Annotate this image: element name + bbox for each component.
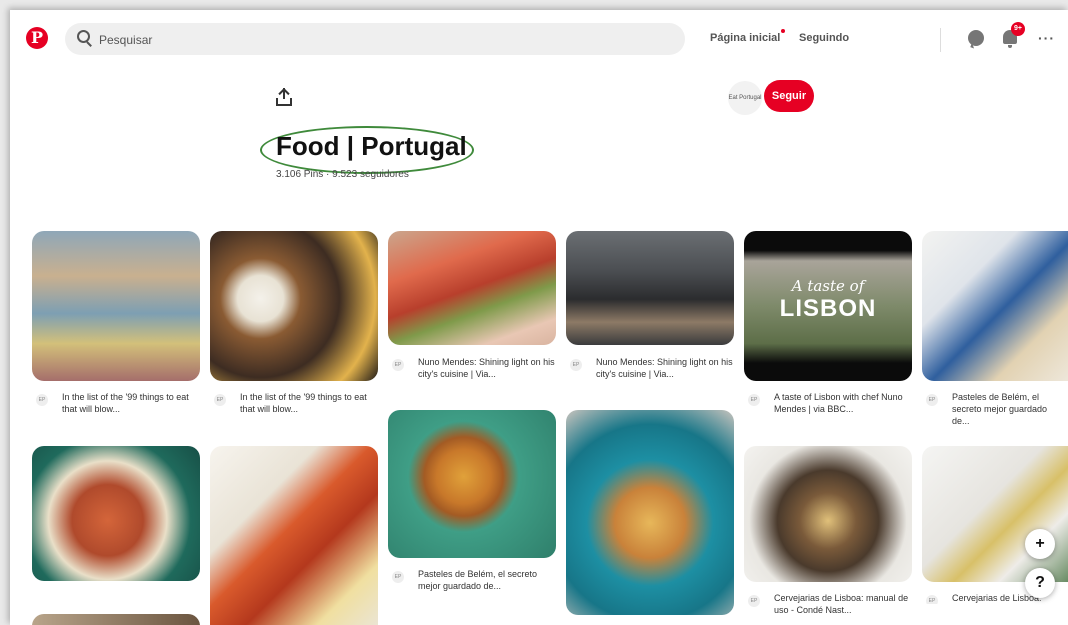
pin-author-avatar: EP <box>926 394 938 406</box>
pin-card[interactable] <box>388 410 556 558</box>
nav-home-link[interactable]: Página inicial <box>710 32 780 44</box>
search-input[interactable] <box>97 23 661 57</box>
notification-badge: 9+ <box>1011 22 1025 36</box>
pin-card[interactable] <box>922 446 1068 582</box>
share-icon[interactable] <box>276 88 292 108</box>
pin-image <box>566 231 734 345</box>
pin-card[interactable] <box>32 614 200 625</box>
pin-card[interactable] <box>744 446 912 582</box>
pin-image <box>210 231 378 381</box>
more-options-icon[interactable]: ··· <box>1038 30 1055 46</box>
pin-card[interactable] <box>210 446 378 625</box>
pin-image <box>32 231 200 381</box>
pin-card[interactable] <box>922 231 1068 381</box>
pin-author-avatar: EP <box>392 359 404 371</box>
pin-overlay-title: A taste of <box>791 277 865 295</box>
pinterest-logo-icon[interactable]: P <box>26 27 48 49</box>
board-stats: 3.106 Pins · 9.523 seguidores <box>276 169 409 180</box>
pin-image <box>744 446 912 582</box>
pin-caption[interactable]: EP In the list of the '99 things to eat … <box>214 391 380 415</box>
pin-caption[interactable]: EP Pasteles de Belém, el secreto mejor g… <box>392 568 558 592</box>
browser-frame: P Página inicial Seguindo 9+ ··· Eat Por… <box>10 10 1068 625</box>
pin-author-avatar: EP <box>926 595 938 604</box>
pin-caption[interactable]: EP In the list of the '99 things to eat … <box>36 391 202 415</box>
pin-card[interactable] <box>566 231 734 345</box>
pin-image <box>210 446 378 625</box>
pin-image <box>32 446 200 581</box>
search-icon <box>77 30 90 43</box>
pin-caption[interactable]: EP Nuno Mendes: Shining light on his cit… <box>392 356 558 380</box>
pin-image <box>566 410 734 615</box>
board-title: Food | Portugal <box>276 131 467 161</box>
top-header: P Página inicial Seguindo 9+ ··· <box>10 10 1068 70</box>
follow-button[interactable]: Seguir <box>764 80 814 112</box>
pin-image <box>922 231 1068 381</box>
pin-caption[interactable]: EP A taste of Lisbon with chef Nuno Mend… <box>748 391 914 415</box>
add-pin-button[interactable]: + <box>1025 529 1055 559</box>
messages-icon[interactable] <box>968 30 984 46</box>
header-divider <box>940 28 941 52</box>
pin-card[interactable] <box>388 231 556 345</box>
pin-caption[interactable]: EP Cervejarias de Lisboa: manual de uso … <box>748 592 914 616</box>
pin-author-avatar: EP <box>570 359 582 371</box>
pin-overlay-city: LISBON <box>779 295 877 322</box>
pin-author-avatar: EP <box>36 394 48 406</box>
pin-caption[interactable]: EP Nuno Mendes: Shining light on his cit… <box>570 356 736 380</box>
help-button[interactable]: ? <box>1025 568 1055 598</box>
home-update-dot <box>781 29 785 33</box>
pin-caption[interactable]: EP Cervejarias de Lisboa: manual de uso … <box>926 592 1044 604</box>
pin-card[interactable] <box>566 410 734 615</box>
pin-caption[interactable]: EP Pasteles de Belém, el secreto mejor g… <box>926 391 1066 427</box>
pin-image <box>388 410 556 558</box>
pin-author-avatar: EP <box>392 571 404 583</box>
pin-author-avatar: EP <box>748 595 760 607</box>
pin-card[interactable] <box>32 231 200 381</box>
pin-card[interactable]: A taste of LISBON <box>744 231 912 381</box>
pin-card[interactable] <box>32 446 200 581</box>
pin-card[interactable] <box>210 231 378 381</box>
search-bar[interactable] <box>65 23 685 57</box>
board-owner-avatar[interactable]: Eat Portugal <box>728 81 762 115</box>
pin-image <box>32 614 200 625</box>
pin-author-avatar: EP <box>214 394 226 406</box>
pin-image <box>922 446 1068 582</box>
pin-author-avatar: EP <box>748 394 760 406</box>
pin-image <box>388 231 556 345</box>
nav-following-link[interactable]: Seguindo <box>799 32 849 44</box>
